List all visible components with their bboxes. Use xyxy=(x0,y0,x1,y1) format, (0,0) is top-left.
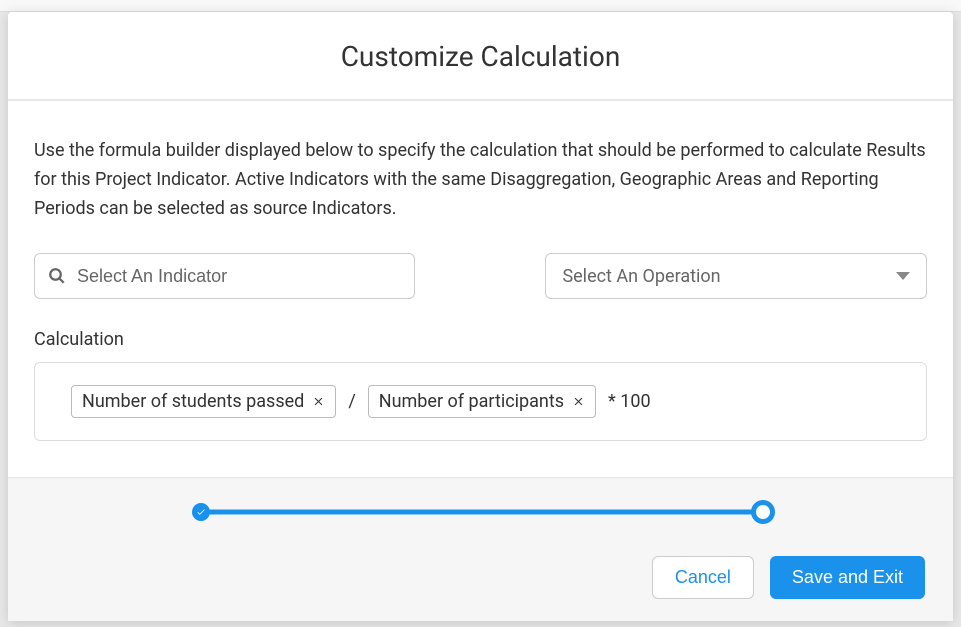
progress-step-done xyxy=(192,503,210,521)
operation-select[interactable]: Select An Operation xyxy=(545,253,927,299)
chevron-down-icon xyxy=(896,272,910,280)
check-icon xyxy=(196,507,206,517)
description-text: Use the formula builder displayed below … xyxy=(34,137,927,223)
modal-header: Customize Calculation xyxy=(8,12,953,101)
calculation-chip: Number of participants xyxy=(368,385,596,418)
controls-row: Select An Operation xyxy=(34,253,927,299)
progress-line xyxy=(198,510,763,515)
calculation-chip: Number of students passed xyxy=(71,385,336,418)
progress-step-current xyxy=(751,500,775,524)
button-row: Cancel Save and Exit xyxy=(36,556,925,599)
operation-select-placeholder: Select An Operation xyxy=(562,266,720,287)
save-and-exit-button[interactable]: Save and Exit xyxy=(770,556,925,599)
chip-label: Number of participants xyxy=(379,391,564,412)
background-nav xyxy=(0,0,961,12)
cancel-button[interactable]: Cancel xyxy=(652,556,754,599)
times-100-operator: * 100 xyxy=(606,391,653,412)
modal-footer: Cancel Save and Exit xyxy=(8,477,953,621)
calculation-label: Calculation xyxy=(34,329,927,350)
calculation-box: Number of students passed / Number of pa… xyxy=(34,362,927,441)
divide-operator: / xyxy=(346,391,357,412)
indicator-search-input[interactable] xyxy=(34,253,415,299)
customize-calculation-modal: Customize Calculation Use the formula bu… xyxy=(8,12,953,621)
close-icon[interactable] xyxy=(572,395,585,408)
close-icon[interactable] xyxy=(312,395,325,408)
modal-title: Customize Calculation xyxy=(32,40,929,73)
search-icon xyxy=(48,267,66,285)
progress-indicator xyxy=(186,502,775,522)
chip-label: Number of students passed xyxy=(82,391,304,412)
indicator-input-wrapper xyxy=(34,253,415,299)
modal-body: Use the formula builder displayed below … xyxy=(8,101,953,477)
